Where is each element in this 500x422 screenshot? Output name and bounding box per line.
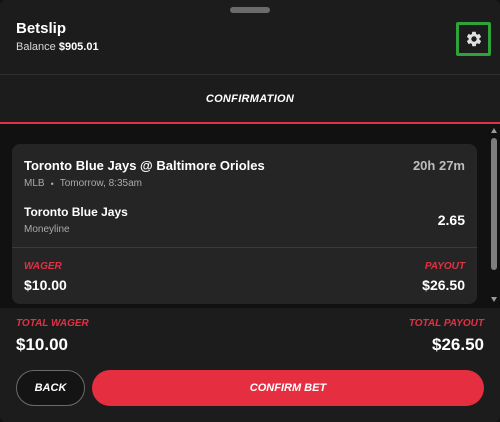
confirm-bet-button[interactable]: CONFIRM BET: [92, 370, 484, 406]
event-countdown: 20h 27m: [412, 158, 465, 173]
gear-icon: [466, 31, 481, 47]
tab-bar: CONFIRMATION: [0, 74, 500, 124]
payout-label: PAYOUT: [424, 261, 465, 272]
event-title: Toronto Blue Jays @ Baltimore Orioles: [24, 158, 265, 173]
scrollbar-thumb[interactable]: [491, 138, 497, 270]
total-wager-label: TOTAL WAGER: [16, 318, 89, 329]
total-wager-value: $10.00: [16, 335, 68, 354]
total-payout-label: TOTAL PAYOUT: [408, 318, 484, 329]
wager-value: $10.00: [24, 277, 67, 293]
scroll-down-arrow-icon[interactable]: [491, 297, 497, 302]
wager-label: WAGER: [24, 261, 62, 272]
back-button[interactable]: BACK: [16, 370, 85, 406]
balance: Balance $905.01: [16, 41, 99, 53]
betslip-footer: TOTAL WAGER TOTAL PAYOUT $10.00 $26.50 B…: [0, 308, 500, 422]
separator-dot: •: [50, 178, 54, 189]
total-payout-value: $26.50: [432, 335, 484, 354]
betslip-header: Betslip Balance $905.01: [0, 0, 500, 74]
balance-value: $905.01: [58, 41, 99, 53]
balance-label: Balance: [16, 41, 56, 53]
payout-value: $26.50: [422, 277, 465, 293]
bet-list: Toronto Blue Jays @ Baltimore Orioles 20…: [0, 124, 500, 308]
tab-confirmation[interactable]: CONFIRMATION: [206, 93, 294, 105]
event-meta: MLB • Tomorrow, 8:35am: [24, 178, 142, 189]
page-title: Betslip: [16, 20, 67, 37]
odds-value: 2.65: [437, 212, 465, 228]
card-divider: [12, 247, 477, 248]
bet-card: Toronto Blue Jays @ Baltimore Orioles 20…: [12, 144, 477, 304]
settings-button[interactable]: [456, 22, 491, 56]
drag-handle[interactable]: [230, 7, 270, 13]
betslip-panel: Betslip Balance $905.01 CONFIRMATION Tor…: [0, 0, 500, 422]
league-label: MLB: [24, 178, 45, 189]
selection-name: Toronto Blue Jays: [24, 205, 128, 219]
start-time: Tomorrow, 8:35am: [59, 178, 142, 189]
scroll-up-arrow-icon[interactable]: [491, 128, 497, 133]
scrollbar[interactable]: [490, 128, 498, 304]
market-name: Moneyline: [24, 224, 70, 235]
